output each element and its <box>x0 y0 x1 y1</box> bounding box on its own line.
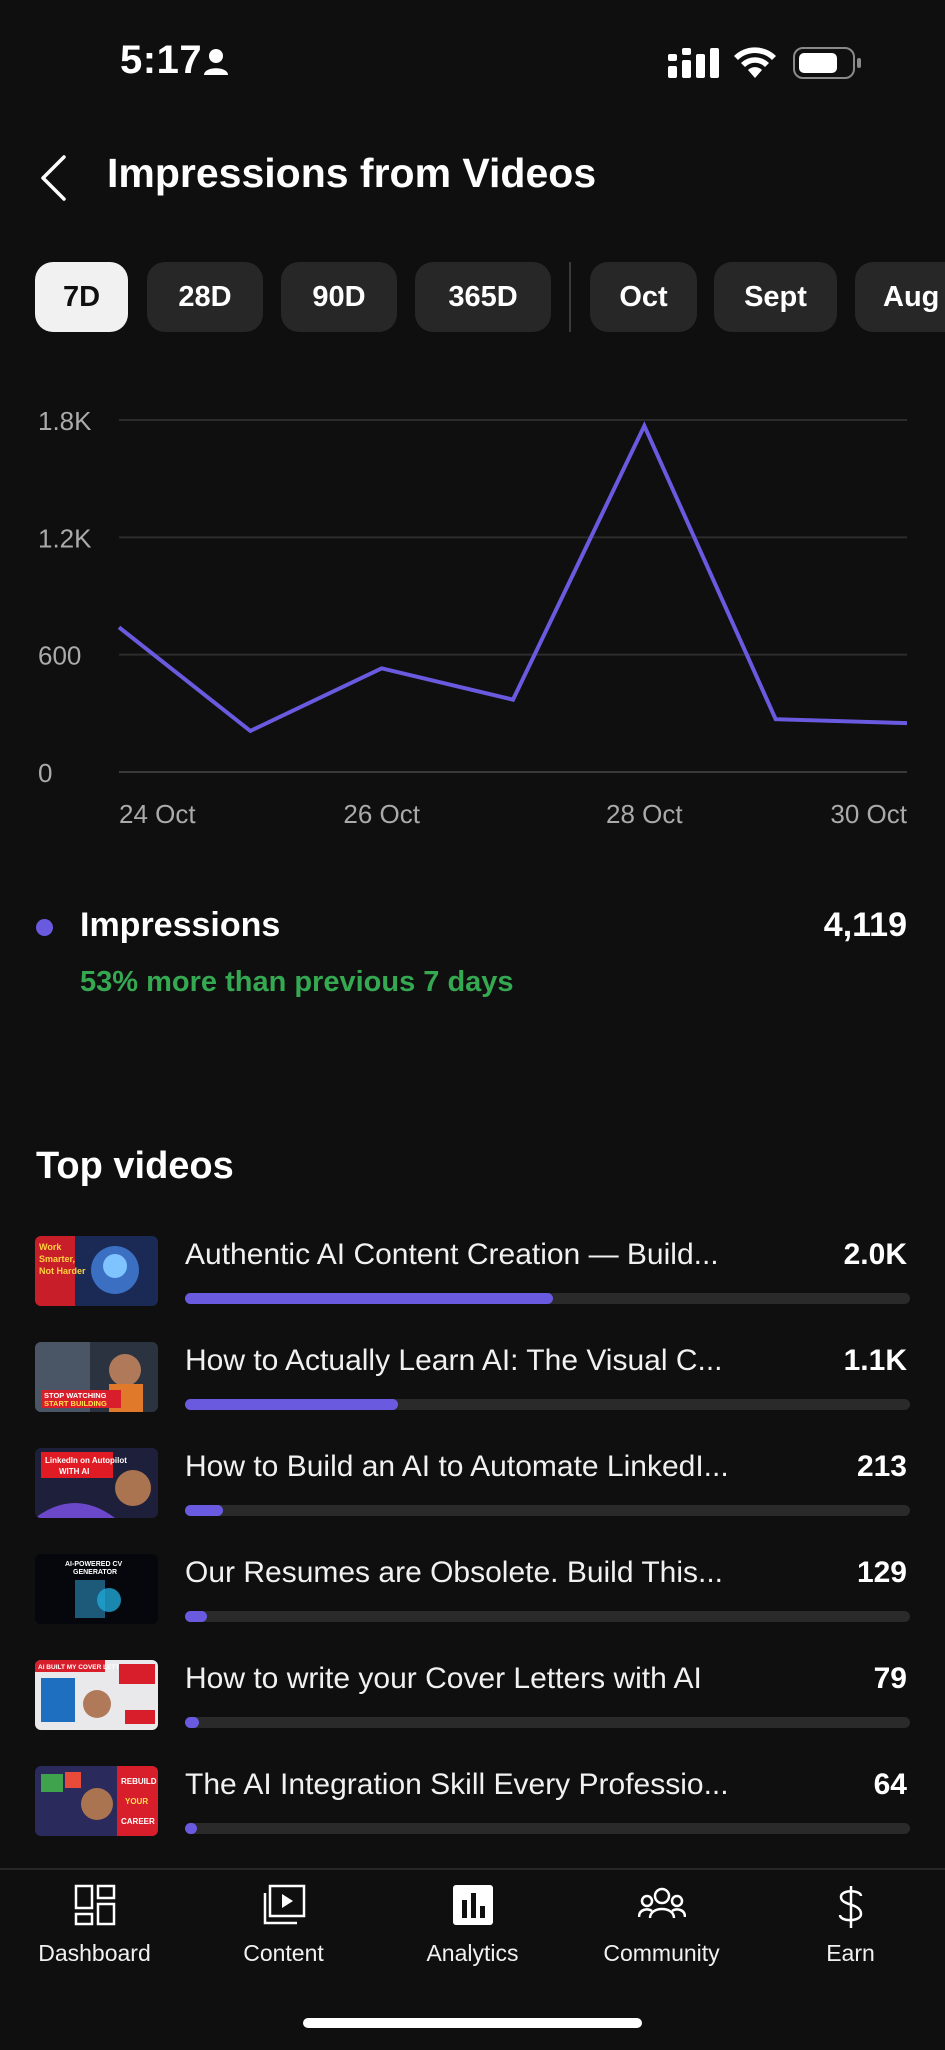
video-title: How to Build an AI to Automate LinkedI..… <box>185 1450 729 1483</box>
video-impressions: 2.0K <box>843 1238 907 1271</box>
share-bar-fill <box>185 1505 223 1516</box>
x-tick-label: 26 Oct <box>343 799 420 829</box>
share-bar-fill <box>185 1611 208 1622</box>
battery-icon <box>793 47 861 79</box>
video-thumbnail: Work Smarter, Not Harder <box>35 1236 158 1306</box>
legend-label: Impressions <box>80 906 281 944</box>
svg-text:YOUR: YOUR <box>125 1797 148 1806</box>
back-arrow-icon[interactable] <box>38 154 68 202</box>
svg-text:START BUILDING: START BUILDING <box>44 1399 107 1408</box>
video-thumbnail: LinkedIn on Autopilot WITH AI <box>35 1448 158 1518</box>
video-title: How to Actually Learn AI: The Visual C..… <box>185 1344 723 1377</box>
video-thumbnail: AI-POWERED CV GENERATOR <box>35 1554 158 1624</box>
nav-label: Earn <box>826 1940 875 1966</box>
tab-365d[interactable]: 365D <box>415 262 551 332</box>
home-indicator[interactable] <box>303 2018 642 2028</box>
share-bar <box>185 1293 910 1304</box>
nav-community[interactable]: Community <box>567 1870 756 2000</box>
nav-label: Dashboard <box>38 1940 151 1966</box>
nav-label: Content <box>243 1940 324 1966</box>
video-title: The AI Integration Skill Every Professio… <box>185 1768 729 1801</box>
tab-sept[interactable]: Sept <box>714 262 837 332</box>
video-row[interactable]: AI-POWERED CV GENERATOR Our Resumes are … <box>0 1548 945 1654</box>
video-title: How to write your Cover Letters with AI <box>185 1662 702 1695</box>
share-bar-fill <box>185 1399 399 1410</box>
svg-text:REBUILD: REBUILD <box>121 1777 157 1786</box>
video-thumbnail: STOP WATCHING START BUILDING <box>35 1342 158 1412</box>
nav-earn[interactable]: Earn <box>756 1870 945 2000</box>
nav-label: Community <box>603 1940 720 1966</box>
status-time: 5:17 <box>120 38 203 82</box>
svg-text:GENERATOR: GENERATOR <box>73 1569 117 1576</box>
y-tick-label: 0 <box>38 758 52 788</box>
page-title: Impressions from Videos <box>107 150 597 196</box>
svg-text:WITH AI: WITH AI <box>59 1467 89 1476</box>
video-thumbnail: AI BUILT MY COVER LETTER <box>35 1660 158 1730</box>
video-row[interactable]: STOP WATCHING START BUILDING How to Actu… <box>0 1336 945 1442</box>
date-range-tabs: 7D 28D 90D 365D Oct Sept Aug <box>35 262 945 332</box>
wifi-icon <box>734 47 776 78</box>
dashboard-icon <box>74 1884 115 1926</box>
x-tick-label: 24 Oct <box>119 799 196 829</box>
share-bar <box>185 1717 910 1728</box>
y-tick-label: 600 <box>38 641 81 671</box>
share-bar <box>185 1611 910 1622</box>
impressions-total: 4,119 <box>823 906 907 944</box>
svg-text:LinkedIn on Autopilot: LinkedIn on Autopilot <box>45 1456 127 1465</box>
video-title: Our Resumes are Obsolete. Build This... <box>185 1556 724 1589</box>
cellular-signal-icon <box>668 48 719 78</box>
tab-90d[interactable]: 90D <box>281 262 397 332</box>
tab-28d[interactable]: 28D <box>147 262 263 332</box>
video-impressions: 213 <box>856 1450 907 1483</box>
svg-text:AI BUILT MY COVER LETTER: AI BUILT MY COVER LETTER <box>38 1664 129 1671</box>
video-thumbnail: REBUILD YOUR CAREER <box>35 1766 158 1836</box>
impressions-line-chart: 0 600 1.2K 1.8K 24 Oct 26 Oct 28 Oct 30 Oct <box>38 406 908 829</box>
top-videos-title: Top videos <box>36 1145 234 1187</box>
share-bar <box>185 1823 910 1834</box>
tab-aug[interactable]: Aug <box>855 262 945 332</box>
share-bar-fill <box>185 1717 199 1728</box>
svg-text:Not Harder: Not Harder <box>39 1266 86 1276</box>
y-tick-label: 1.2K <box>38 523 92 553</box>
nav-analytics[interactable]: Analytics <box>378 1870 567 2000</box>
video-row[interactable]: REBUILD YOUR CAREER The AI Integration S… <box>0 1760 945 1866</box>
video-title: Authentic AI Content Creation — Build... <box>185 1238 719 1271</box>
svg-text:AI-POWERED CV: AI-POWERED CV <box>65 1561 123 1568</box>
share-bar-fill <box>185 1823 197 1834</box>
video-row[interactable]: LinkedIn on Autopilot WITH AI How to Bui… <box>0 1442 945 1548</box>
svg-text:Smarter,: Smarter, <box>39 1254 75 1264</box>
community-icon <box>637 1887 686 1919</box>
x-tick-label: 28 Oct <box>606 799 683 829</box>
share-bar <box>185 1505 910 1516</box>
dollar-icon <box>838 1886 862 1928</box>
nav-dashboard[interactable]: Dashboard <box>0 1870 189 2000</box>
change-text: 53% more than previous 7 days <box>80 966 514 998</box>
x-tick-label: 30 Oct <box>830 799 907 829</box>
tab-divider <box>569 262 571 332</box>
svg-text:Work: Work <box>39 1242 62 1252</box>
svg-text:CAREER: CAREER <box>121 1817 155 1826</box>
status-bar: 5:17 <box>0 0 945 120</box>
nav-label: Analytics <box>426 1940 519 1966</box>
video-impressions: 1.1K <box>843 1344 907 1377</box>
person-icon <box>204 49 228 75</box>
nav-content[interactable]: Content <box>189 1870 378 2000</box>
video-impressions: 64 <box>873 1768 907 1801</box>
video-row[interactable]: Work Smarter, Not Harder Authentic AI Co… <box>0 1230 945 1336</box>
y-tick-label: 1.8K <box>38 406 92 436</box>
series-line <box>117 421 908 734</box>
share-bar-fill <box>185 1293 554 1304</box>
video-row[interactable]: AI BUILT MY COVER LETTER How to write yo… <box>0 1654 945 1760</box>
analytics-icon <box>452 1885 493 1925</box>
tab-7d[interactable]: 7D <box>35 262 128 332</box>
share-bar <box>185 1399 910 1410</box>
legend-dot <box>36 919 53 936</box>
content-icon <box>263 1884 305 1925</box>
video-impressions: 79 <box>873 1662 907 1695</box>
tab-oct[interactable]: Oct <box>590 262 697 332</box>
video-impressions: 129 <box>856 1556 907 1589</box>
